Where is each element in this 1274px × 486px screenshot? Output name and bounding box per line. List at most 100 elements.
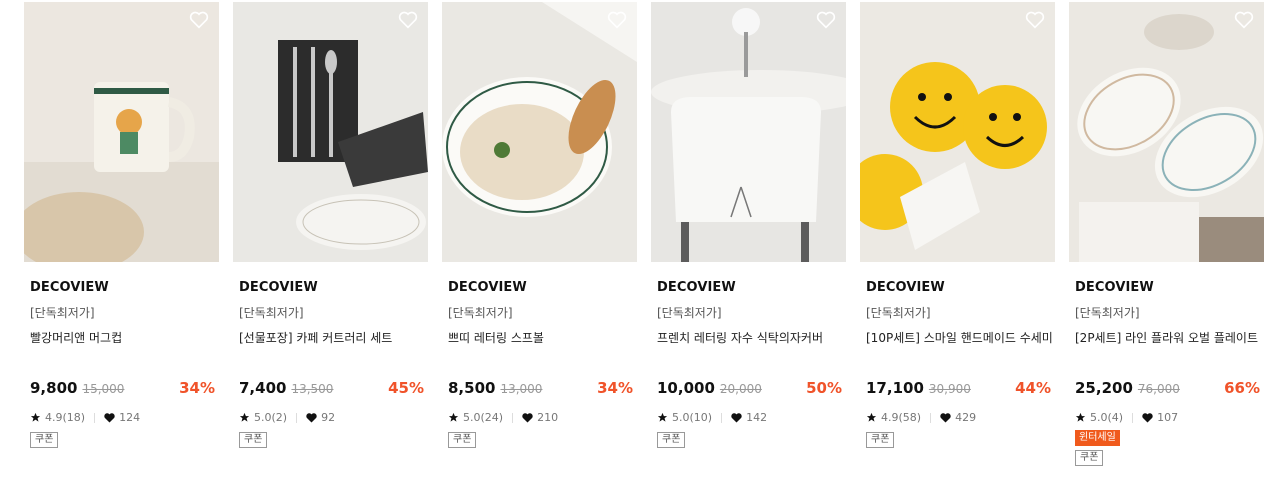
sale-price: 25,200 [1075,379,1133,397]
star-icon [30,412,41,422]
wishlist-heart-icon[interactable] [607,11,627,29]
product-meta: 4.9(58) 429 [866,411,1055,424]
product-brand[interactable]: DECOVIEW [30,280,219,295]
product-brand[interactable]: DECOVIEW [239,280,428,295]
rating: 5.0(4) [1090,411,1124,424]
star-icon [866,412,877,422]
product-image-mug[interactable] [24,2,219,262]
product-meta: 5.0(24) 210 [448,411,637,424]
wishlist-heart-icon[interactable] [816,11,836,29]
rating: 4.9(58) [881,411,922,424]
product-card[interactable]: DECOVIEW [단독최저가] 쁘띠 레터링 스프볼 8,500 13,000… [442,2,637,466]
product-name[interactable]: 프렌치 레터링 자수 식탁의자커버 [657,329,846,346]
product-image-oval-plate[interactable] [1069,2,1264,262]
coupon-badge: 쿠폰 [866,432,895,448]
product-name[interactable]: [선물포장] 카페 커트러리 세트 [239,329,428,346]
discount-rate: 44% [1015,379,1051,397]
product-name[interactable]: [2P세트] 라인 플라워 오벌 플레이트 [1075,329,1264,346]
likes-count: 92 [321,411,336,424]
heart-filled-icon [306,412,317,423]
original-price: 30,900 [928,382,971,396]
product-image-cutlery[interactable] [233,2,428,262]
product-meta: 5.0(10) 142 [657,411,846,424]
heart-filled-icon [104,412,115,423]
discount-rate: 66% [1224,379,1260,397]
discount-rate: 34% [597,379,633,397]
original-price: 76,000 [1137,382,1180,396]
star-icon [239,412,250,422]
product-card[interactable]: DECOVIEW [단독최저가] [2P세트] 라인 플라워 오벌 플레이트 2… [1069,2,1264,466]
discount-rate: 34% [179,379,215,397]
sale-price: 8,500 [448,379,496,397]
divider [512,412,514,423]
price-row: 25,200 76,000 66% [1075,379,1264,399]
product-brand[interactable]: DECOVIEW [448,280,637,295]
price-row: 8,500 13,000 34% [448,379,637,399]
product-brand[interactable]: DECOVIEW [866,280,1055,295]
product-image-soup-bowl[interactable] [442,2,637,262]
product-name[interactable]: 쁘띠 레터링 스프볼 [448,329,637,346]
coupon-badge: 쿠폰 [30,432,59,448]
original-price: 15,000 [82,382,125,396]
product-tag: [단독최저가] [239,306,304,320]
price-row: 7,400 13,500 45% [239,379,428,399]
product-tag: [단독최저가] [1075,306,1140,320]
divider [296,412,298,423]
wishlist-heart-icon[interactable] [1025,11,1045,29]
divider [94,412,96,423]
wishlist-heart-icon[interactable] [189,11,209,29]
heart-filled-icon [940,412,951,423]
product-brand[interactable]: DECOVIEW [1075,280,1264,295]
price-row: 17,100 30,900 44% [866,379,1055,399]
original-price: 13,500 [291,382,334,396]
rating: 5.0(2) [254,411,288,424]
rating: 5.0(24) [463,411,504,424]
product-tag: [단독최저가] [448,306,513,320]
product-brand[interactable]: DECOVIEW [657,280,846,295]
price-row: 10,000 20,000 50% [657,379,846,399]
sale-price: 7,400 [239,379,287,397]
heart-filled-icon [522,412,533,423]
coupon-badge: 쿠폰 [239,432,268,448]
likes-count: 429 [955,411,977,424]
rating: 4.9(18) [45,411,86,424]
original-price: 20,000 [719,382,762,396]
heart-filled-icon [1142,412,1153,423]
divider [930,412,932,423]
product-meta: 5.0(2) 92 [239,411,428,424]
star-icon [657,412,668,422]
coupon-badge: 쿠폰 [448,432,477,448]
heart-filled-icon [731,412,742,423]
divider [1132,412,1134,423]
product-tag: [단독최저가] [657,306,722,320]
product-name[interactable]: 빨강머리앤 머그컵 [30,329,219,346]
product-name[interactable]: [10P세트] 스마일 핸드메이드 수세미 [866,329,1055,346]
wishlist-heart-icon[interactable] [1234,11,1254,29]
likes-count: 124 [119,411,141,424]
sale-price: 10,000 [657,379,715,397]
original-price: 13,000 [500,382,543,396]
likes-count: 142 [746,411,768,424]
product-tag: [단독최저가] [866,306,931,320]
product-meta: 4.9(18) 124 [30,411,219,424]
wishlist-heart-icon[interactable] [398,11,418,29]
likes-count: 107 [1157,411,1179,424]
product-card[interactable]: DECOVIEW [단독최저가] 프렌치 레터링 자수 식탁의자커버 10,00… [651,2,846,466]
product-card[interactable]: DECOVIEW [단독최저가] [10P세트] 스마일 핸드메이드 수세미 1… [860,2,1055,466]
product-image-smile-scrubber[interactable] [860,2,1055,262]
discount-rate: 50% [806,379,842,397]
product-card[interactable]: DECOVIEW [단독최저가] 빨강머리앤 머그컵 9,800 15,000 … [24,2,219,466]
star-icon [448,412,459,422]
coupon-badge: 쿠폰 [1075,450,1104,466]
coupon-badge: 쿠폰 [657,432,686,448]
product-grid: DECOVIEW [단독최저가] 빨강머리앤 머그컵 9,800 15,000 … [24,2,1264,466]
divider [721,412,723,423]
product-tag: [단독최저가] [30,306,95,320]
product-image-chair-cover[interactable] [651,2,846,262]
price-row: 9,800 15,000 34% [30,379,219,399]
likes-count: 210 [537,411,559,424]
product-card[interactable]: DECOVIEW [단독최저가] [선물포장] 카페 커트러리 세트 7,400… [233,2,428,466]
discount-rate: 45% [388,379,424,397]
star-icon [1075,412,1086,422]
sale-price: 9,800 [30,379,78,397]
